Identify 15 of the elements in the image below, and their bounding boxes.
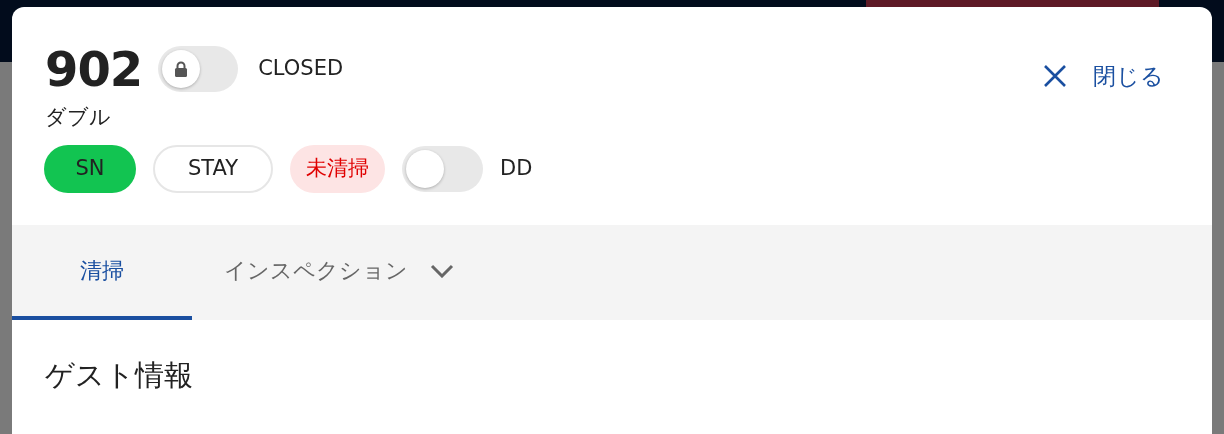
close-button[interactable]: 閉じる: [1043, 59, 1164, 94]
close-icon: [1043, 64, 1067, 89]
section-title: ゲスト情報: [44, 357, 194, 394]
dd-label: DD: [500, 155, 533, 183]
status-tag: STAY: [153, 145, 273, 193]
cleaning-status-tag: 未清掃: [290, 145, 385, 193]
room-type: ダブル: [44, 103, 112, 131]
lock-toggle[interactable]: [158, 46, 239, 92]
lock-icon: [174, 61, 189, 77]
dd-toggle[interactable]: [402, 146, 483, 192]
status-tag: SN: [44, 145, 136, 193]
room-number: 902: [45, 45, 143, 93]
tab[interactable]: 清掃: [12, 225, 192, 320]
tab[interactable]: インスペクション: [192, 225, 486, 320]
lock-status: CLOSED: [258, 55, 344, 83]
